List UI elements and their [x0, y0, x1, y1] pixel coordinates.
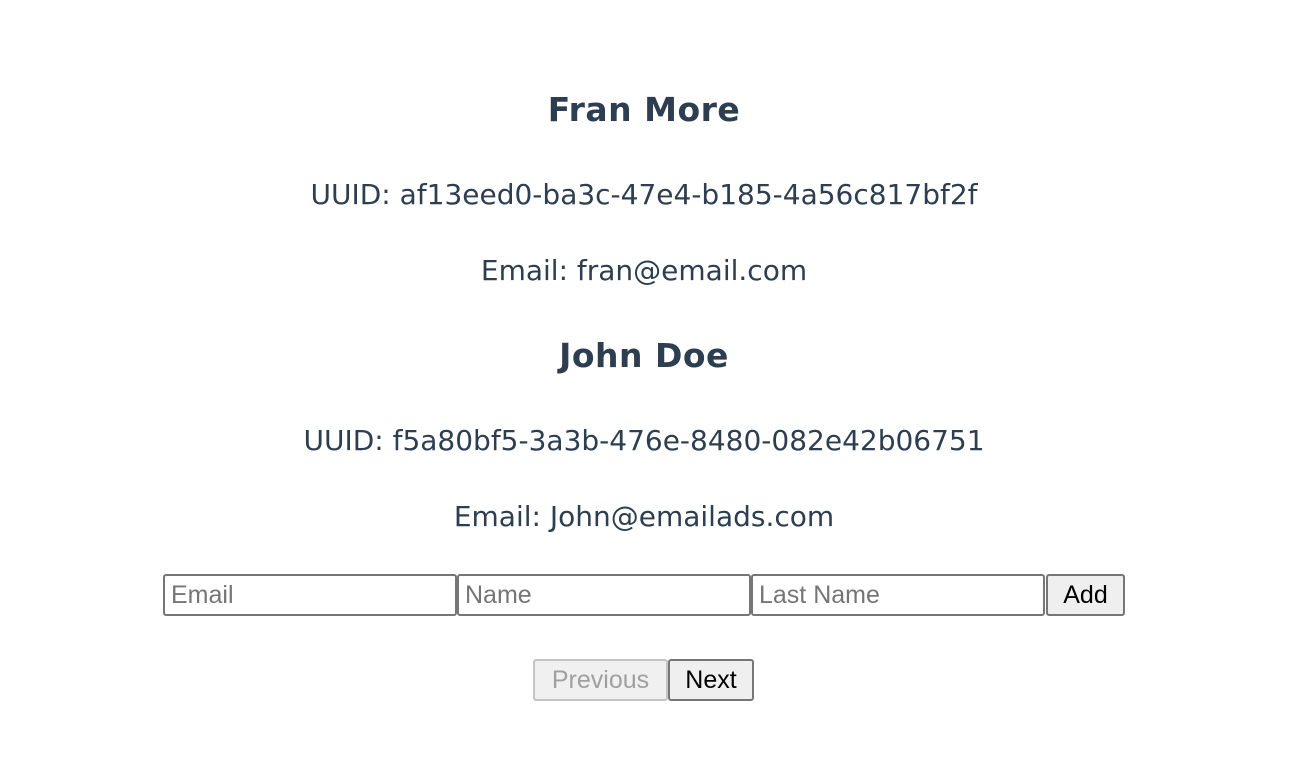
- user-email: Email: John@emailads.com: [453, 500, 835, 533]
- name-input[interactable]: [457, 574, 751, 616]
- user-email: Email: fran@email.com: [480, 254, 808, 287]
- last-name-input[interactable]: [751, 574, 1045, 616]
- next-button[interactable]: Next: [668, 659, 754, 701]
- previous-button[interactable]: Previous: [533, 659, 668, 701]
- add-user-form: Add: [163, 574, 1125, 616]
- pagination: Previous Next: [533, 659, 754, 701]
- user-name: Fran More: [547, 90, 741, 129]
- user-uuid: UUID: f5a80bf5-3a3b-476e-8480-082e42b067…: [303, 424, 985, 457]
- user-name: John Doe: [559, 336, 729, 375]
- user-directory-page: Fran More UUID: af13eed0-ba3c-47e4-b185-…: [0, 0, 1306, 778]
- add-button[interactable]: Add: [1046, 574, 1125, 616]
- user-uuid: UUID: af13eed0-ba3c-47e4-b185-4a56c817bf…: [310, 178, 978, 211]
- email-input[interactable]: [163, 574, 457, 616]
